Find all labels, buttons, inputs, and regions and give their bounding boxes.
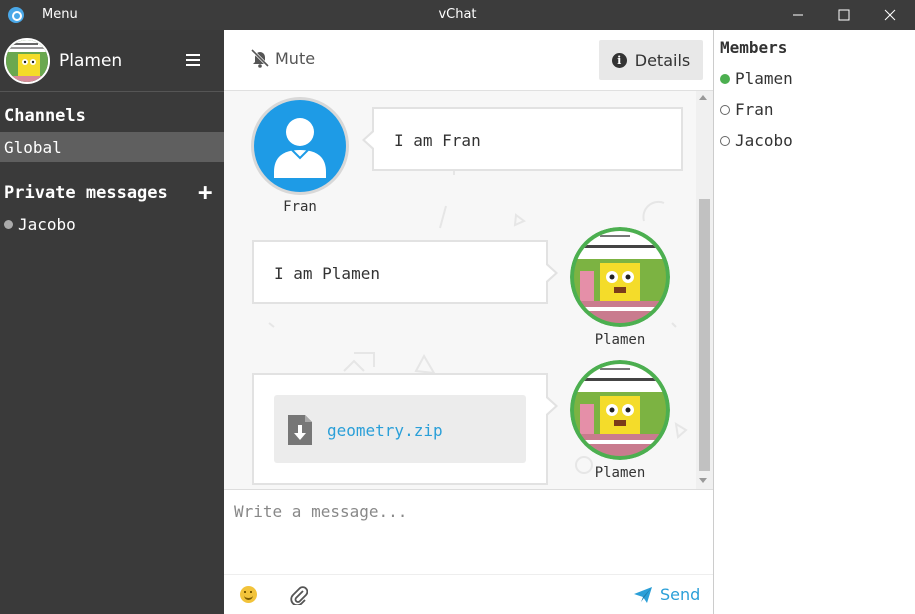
private-messages-heading: Private messages — [4, 183, 168, 203]
details-button[interactable]: i Details — [599, 40, 703, 80]
private-message-label: Jacobo — [18, 215, 76, 234]
file-download-icon — [288, 415, 312, 445]
message-author: Plamen — [594, 465, 646, 481]
chat-panel: Mute i Details Fran I am Fran I am Plame… — [224, 30, 713, 614]
members-heading: Members — [720, 38, 788, 57]
offline-status-icon — [4, 220, 13, 229]
avatar[interactable] — [250, 96, 350, 196]
message-author: Plamen — [594, 332, 646, 348]
file-attachment[interactable]: geometry.zip — [274, 395, 526, 463]
message-bubble: geometry.zip — [252, 373, 558, 485]
message-bubble: I am Plamen — [252, 240, 558, 304]
file-name-link[interactable]: geometry.zip — [327, 421, 443, 440]
offline-status-icon — [720, 104, 730, 115]
info-icon: i — [611, 52, 627, 68]
members-panel: Members Plamen Fran Jacobo — [713, 30, 915, 614]
minimize-button[interactable] — [775, 0, 821, 30]
spongebob-meme-avatar-icon — [6, 40, 48, 82]
message-bubble: I am Fran — [362, 107, 683, 171]
send-label: Send — [660, 585, 701, 604]
chat-toolbar: Mute i Details — [224, 30, 713, 91]
online-status-icon — [720, 73, 730, 84]
avatar[interactable] — [4, 38, 50, 84]
avatar[interactable] — [570, 227, 670, 327]
menu-button[interactable]: Menu — [42, 7, 78, 22]
message-author: Fran — [283, 199, 317, 215]
add-private-message-button[interactable]: + — [198, 180, 212, 204]
member-item[interactable]: Plamen — [720, 69, 793, 88]
current-user-name: Plamen — [59, 51, 123, 71]
spongebob-meme-avatar-icon — [570, 360, 670, 460]
channels-heading: Channels — [4, 106, 86, 126]
member-name: Plamen — [735, 69, 793, 88]
title-bar: Menu vChat — [0, 0, 915, 30]
app-logo-icon — [8, 7, 24, 23]
scroll-up-arrow-icon[interactable] — [699, 95, 707, 100]
send-button[interactable]: Send — [634, 585, 700, 604]
scrollbar-thumb[interactable] — [699, 199, 710, 471]
hamburger-menu-icon[interactable] — [186, 54, 200, 66]
mute-label: Mute — [275, 48, 316, 68]
maximize-icon — [838, 9, 850, 21]
default-user-icon — [251, 97, 349, 195]
spongebob-meme-avatar-icon — [570, 227, 670, 327]
maximize-button[interactable] — [821, 0, 867, 30]
close-button[interactable] — [867, 0, 913, 30]
private-message-item-jacobo[interactable]: Jacobo — [4, 215, 76, 234]
minimize-icon — [793, 14, 803, 16]
send-paper-plane-icon — [634, 586, 652, 603]
message-list[interactable]: Fran I am Fran I am Plamen Plamen geomet… — [224, 91, 713, 489]
message-composer[interactable]: Write a message... — [224, 489, 713, 574]
member-item[interactable]: Fran — [720, 100, 774, 119]
avatar[interactable] — [570, 360, 670, 460]
message-input[interactable]: Write a message... — [234, 502, 407, 521]
offline-status-icon — [720, 135, 730, 146]
member-name: Fran — [735, 100, 774, 119]
member-item[interactable]: Jacobo — [720, 131, 793, 150]
message-text: I am Plamen — [274, 264, 380, 283]
channel-item-global[interactable]: Global — [0, 132, 224, 162]
bell-off-icon — [250, 48, 270, 68]
emoji-icon[interactable] — [240, 586, 257, 603]
scroll-down-arrow-icon[interactable] — [699, 478, 707, 483]
paperclip-icon[interactable] — [290, 585, 308, 605]
close-icon — [884, 9, 896, 21]
user-profile: Plamen — [0, 30, 224, 92]
mute-button[interactable]: Mute — [249, 48, 315, 68]
composer-actions: Send — [224, 574, 713, 614]
member-name: Jacobo — [735, 131, 793, 150]
message-text: I am Fran — [394, 131, 481, 150]
sidebar: Plamen Channels Global Private messages … — [0, 30, 224, 614]
details-label: Details — [634, 50, 691, 70]
